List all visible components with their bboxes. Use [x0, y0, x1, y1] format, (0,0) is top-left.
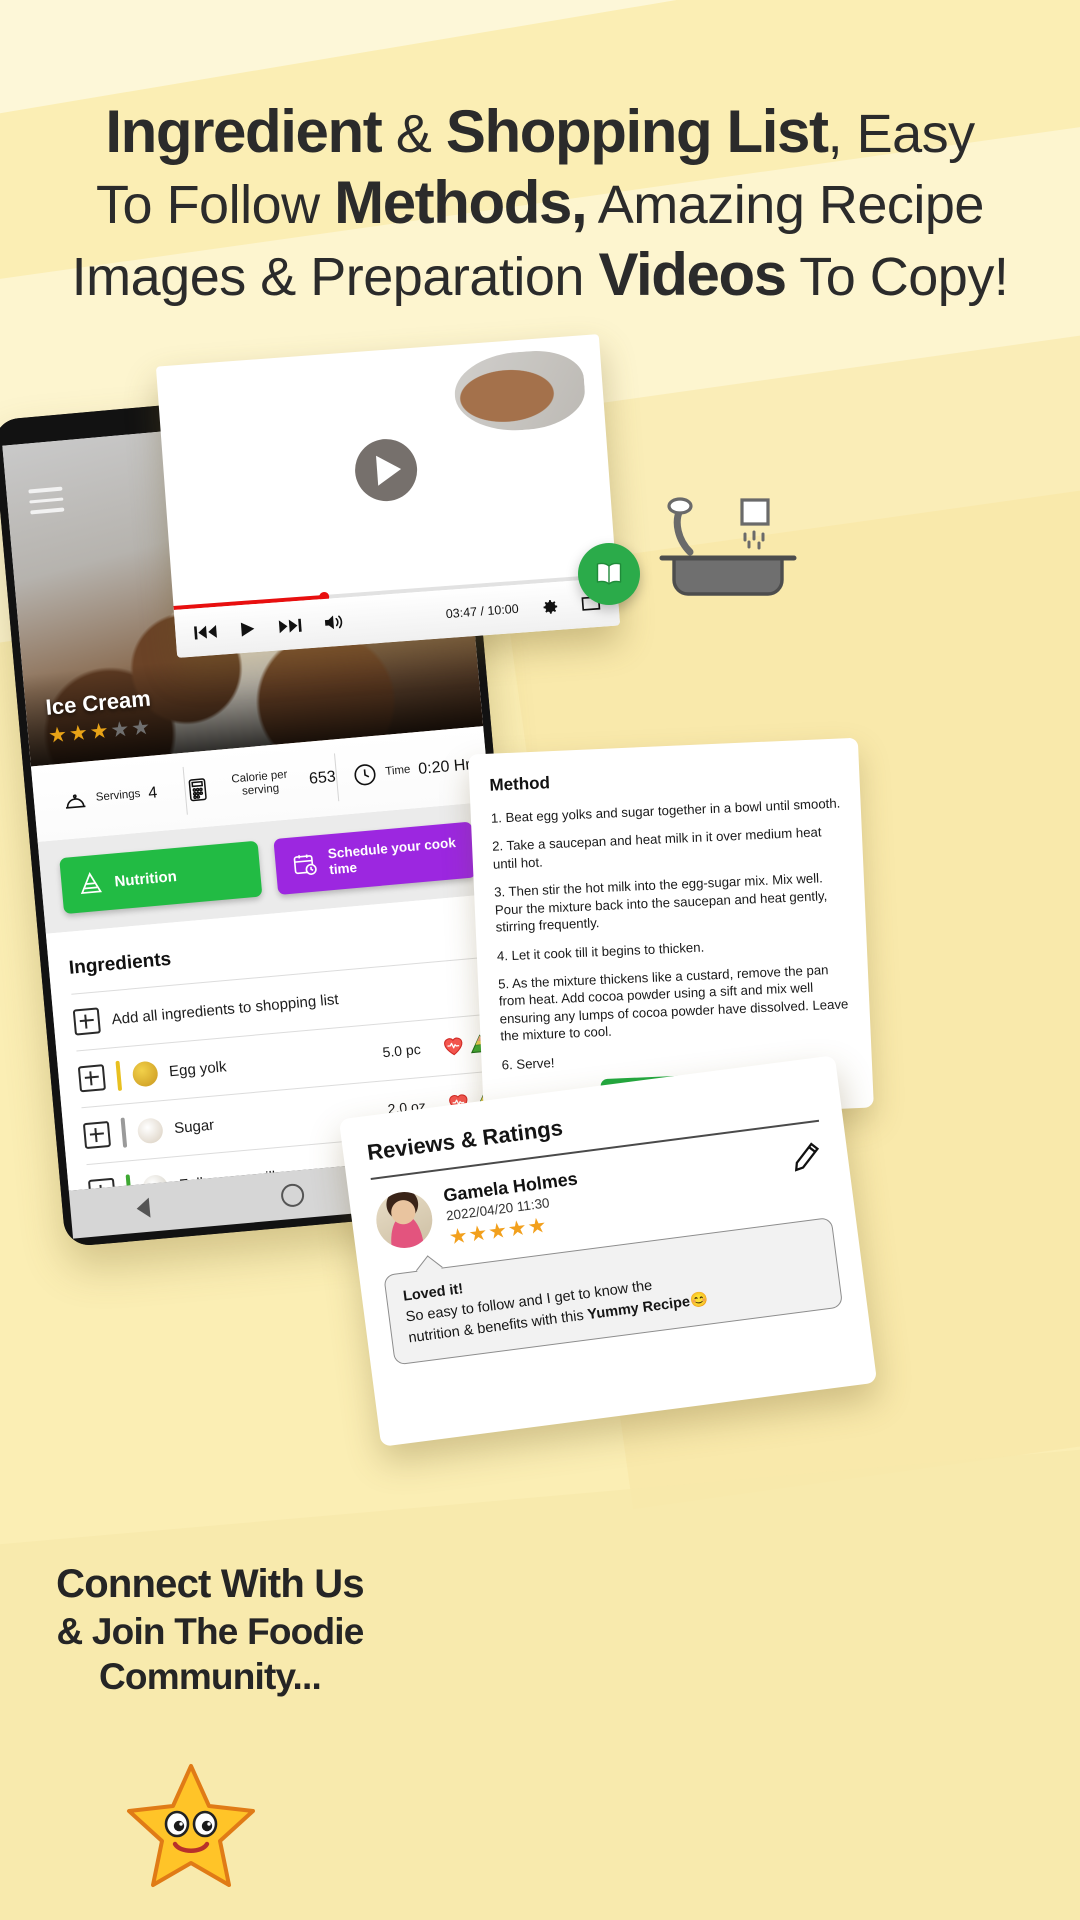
headline-amp: & — [381, 104, 446, 164]
cloche-serving-icon — [65, 794, 86, 809]
reviews-card: Reviews & Ratings Gamela Holmes 2022/04/… — [338, 1055, 878, 1447]
method-step: 3. Then stir the hot milk into the egg-s… — [493, 870, 828, 935]
headline-word-videos: Videos — [598, 240, 787, 308]
method-step: 4. Let it cook till it begins to thicken… — [496, 939, 705, 964]
video-player-card[interactable]: 03:47 / 10:00 — [155, 334, 621, 658]
headline-line-1: Ingredient & Shopping List, Easy — [22, 96, 1058, 167]
home-icon[interactable] — [280, 1182, 306, 1208]
gear-icon[interactable] — [540, 596, 560, 616]
clock-icon — [353, 764, 376, 786]
play-icon[interactable] — [239, 620, 257, 638]
headline-word-shopping-list: Shopping List — [445, 98, 829, 165]
ingredient-thumb — [131, 1059, 159, 1088]
stat-time-value: 0:20 Hr — [417, 756, 472, 778]
star-5: ★ — [130, 715, 154, 741]
ingredient-thumb — [136, 1116, 164, 1144]
calorie-calculator-icon — [188, 778, 208, 802]
stat-servings-value: 4 — [147, 784, 159, 803]
nutrition-button[interactable]: Nutrition — [59, 840, 263, 915]
method-step: 1. Beat egg yolks and sugar together in … — [490, 795, 841, 826]
nutrition-button-label: Nutrition — [113, 867, 178, 890]
headline-to-copy: To Copy! — [785, 246, 1009, 307]
headline-word-ingredient: Ingredient — [105, 98, 382, 165]
video-timestamp: 03:47 / 10:00 — [445, 601, 520, 622]
smiling-star-mascot-icon — [127, 1764, 255, 1887]
headline-to-follow: To Follow — [96, 175, 335, 236]
pencil-edit-icon[interactable] — [787, 1137, 825, 1175]
plus-icon[interactable] — [72, 1007, 101, 1036]
hamburger-menu-icon[interactable] — [28, 486, 65, 515]
star-2: ★ — [68, 721, 91, 746]
bottom-cta-text: Connect With Us & Join The Foodie Commun… — [0, 1560, 420, 1699]
category-bar — [115, 1060, 122, 1091]
headline-line-2: To Follow Methods, Amazing Recipe — [22, 167, 1058, 238]
stat-calories: Calorie per serving 653 — [182, 740, 339, 829]
add-all-label: Add all ingredients to shopping list — [110, 990, 340, 1028]
recipe-book-badge[interactable] — [578, 543, 640, 605]
cta-line-2: & Join The Foodie — [56, 1610, 364, 1652]
ingredient-name: Egg yolk — [168, 1057, 228, 1080]
heart-health-icon — [444, 1037, 463, 1056]
stat-servings-label: Servings — [95, 788, 141, 805]
food-pyramid-icon — [80, 871, 103, 895]
stat-calories-label: Calorie per serving — [230, 768, 288, 798]
open-book-icon — [596, 562, 622, 585]
cooking-pot-with-spoon-icon — [659, 497, 797, 596]
volume-icon[interactable] — [323, 613, 345, 632]
star-1: ★ — [47, 722, 71, 748]
stat-time-label: Time — [384, 764, 411, 779]
review-meta: Gamela Holmes 2022/04/20 11:30 ★★★★★ — [442, 1168, 584, 1251]
star-3: ★ — [88, 719, 112, 745]
cta-line-1: Connect With Us — [56, 1562, 364, 1606]
poster-canvas: Ingredient & Shopping List, Easy To Foll… — [0, 0, 1080, 1920]
method-heading: Method — [489, 773, 551, 795]
stat-servings: Servings 4 — [31, 753, 188, 842]
headline-easy: , Easy — [827, 104, 976, 164]
headline-line-3: Images & Preparation Videos To Copy! — [22, 239, 1058, 310]
method-step: 2. Take a saucepan and heat milk in it o… — [491, 824, 822, 872]
stat-calories-value: 653 — [308, 768, 337, 788]
stat-time: Time 0:20 Hr — [332, 726, 489, 815]
skip-next-icon[interactable] — [278, 616, 303, 635]
plus-icon[interactable] — [82, 1120, 112, 1150]
skip-previous-icon[interactable] — [193, 622, 218, 641]
schedule-cook-time-button[interactable]: Schedule your cook time — [273, 821, 477, 895]
schedule-cook-time-label: Schedule your cook time — [327, 835, 457, 878]
category-bar — [120, 1117, 127, 1148]
calendar-clock-icon — [293, 854, 317, 875]
back-icon[interactable] — [135, 1197, 151, 1219]
cta-line-3: Community... — [99, 1655, 322, 1697]
plus-icon[interactable] — [77, 1064, 107, 1093]
avatar — [372, 1188, 436, 1251]
headline-images-preparation: Images & Preparation — [71, 246, 599, 307]
spoon-decoration — [451, 347, 588, 435]
review-emoji: 😊 — [688, 1291, 709, 1310]
review-headline: Loved it! — [402, 1281, 465, 1306]
headline: Ingredient & Shopping List, Easy To Foll… — [0, 96, 1080, 310]
star-4: ★ — [109, 717, 133, 743]
ingredient-amount: 5.0 pc — [381, 1040, 422, 1061]
headline-word-methods: Methods, — [334, 169, 588, 237]
headline-amazing-recipe: Amazing Recipe — [586, 175, 985, 236]
method-step: 5. As the mixture thickens like a custar… — [497, 962, 849, 1044]
